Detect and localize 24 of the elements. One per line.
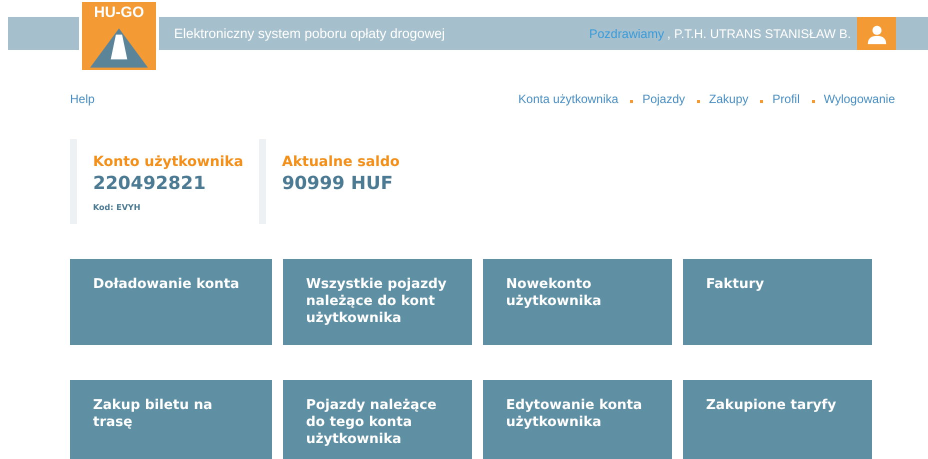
- menu-tile[interactable]: Zakup biletu na trasę: [70, 380, 272, 459]
- card-label: Aktualne saldo: [282, 154, 401, 170]
- nav-link[interactable]: Wylogowanie: [824, 92, 895, 106]
- nav-link[interactable]: Pojazdy: [642, 92, 686, 106]
- greeting-text: Pozdrawiamy: [589, 26, 664, 40]
- header-subtitle: Elektroniczny system poboru opłaty drogowej: [174, 26, 445, 41]
- user-name: , P.T.H. UTRANS STANISŁAW B.: [667, 26, 851, 40]
- menu-tile[interactable]: Nowekonto użytkownika: [483, 259, 672, 345]
- nav-link[interactable]: Zakupy: [709, 92, 748, 106]
- card-label: Konto użytkownika: [93, 154, 244, 170]
- menu-tile[interactable]: Pojazdy należące do tego konta użytkownika: [283, 380, 472, 459]
- menu-tile[interactable]: Doładowanie konta: [70, 259, 272, 345]
- menu-tile[interactable]: Wszystkie pojazdy należące do kont użytkownika: [283, 259, 472, 345]
- menu-tile[interactable]: Zakupione taryfy: [683, 380, 872, 459]
- menu-tile[interactable]: Edytowanie konta użytkownika: [483, 380, 672, 459]
- card-value: 90999 HUF: [282, 173, 394, 194]
- card-value: 220492821: [93, 173, 207, 194]
- card-note: Kod: EVYH: [93, 203, 142, 212]
- nav-link[interactable]: Konta użytkownika: [518, 92, 618, 106]
- logo[interactable]: HU-GO: [82, 2, 156, 70]
- menu-tile[interactable]: Faktury: [683, 259, 872, 345]
- nav-link[interactable]: Profil: [772, 92, 800, 106]
- user-button[interactable]: [857, 17, 896, 50]
- help-link[interactable]: Help: [70, 92, 95, 106]
